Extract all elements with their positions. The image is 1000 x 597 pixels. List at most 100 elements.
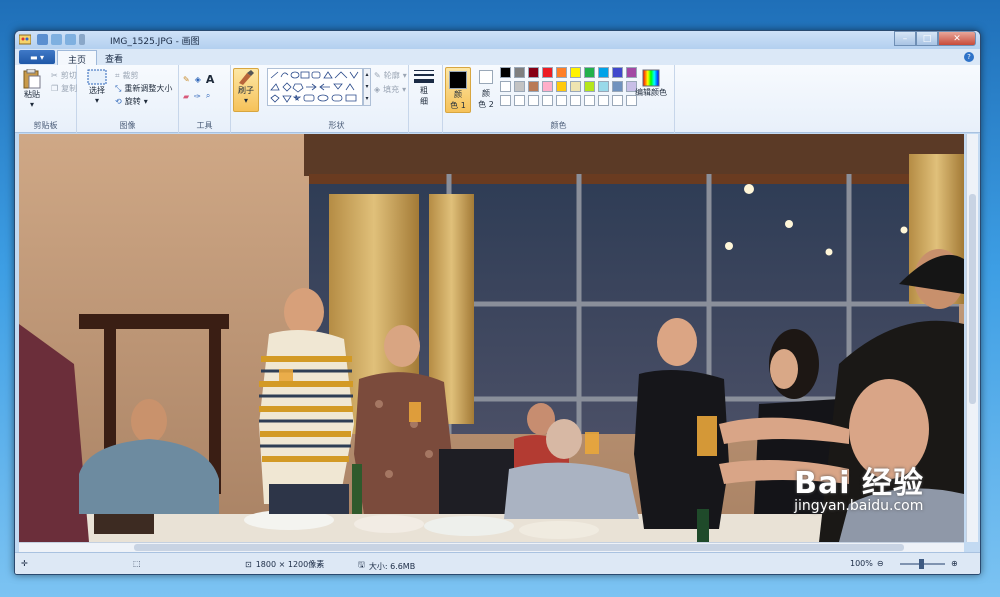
palette-swatch[interactable] — [556, 81, 567, 92]
status-bar: ✛ ⬚ ⊡ 1800 × 1200像素 🖫 大小: 6.6MB 100% ⊖ ⊕ — [15, 552, 980, 574]
fill-button[interactable]: ◈ 填充 ▾ — [374, 84, 406, 95]
zoom-out-icon[interactable]: ⊖ — [877, 559, 884, 568]
horizontal-scrollbar[interactable] — [19, 542, 964, 552]
customize-qat-icon[interactable] — [79, 34, 85, 45]
vertical-scroll-thumb[interactable] — [969, 194, 976, 404]
paste-icon — [23, 69, 41, 89]
palette-empty-swatch[interactable] — [598, 95, 609, 106]
palette-swatch[interactable] — [542, 67, 553, 78]
select-button[interactable]: 选择 ▾ — [87, 69, 107, 105]
shapes-scroll[interactable]: ▴ ▾ ▾ — [363, 68, 371, 106]
brushes-group: 刷子 ▾ — [231, 65, 263, 133]
brush-icon — [239, 70, 254, 85]
paste-button[interactable]: 粘贴 ▾ — [23, 69, 41, 109]
maximize-button[interactable]: □ — [916, 31, 938, 46]
brushes-button[interactable]: 刷子 ▾ — [233, 68, 259, 112]
color2-label-line1: 颜 — [482, 89, 490, 98]
palette-swatch[interactable] — [598, 67, 609, 78]
palette-swatch[interactable] — [528, 81, 539, 92]
tab-view[interactable]: 查看 — [95, 50, 133, 65]
copy-button[interactable]: ❐ 复制 — [51, 83, 77, 94]
text-icon[interactable]: A — [206, 73, 215, 86]
tab-home[interactable]: 主页 — [57, 50, 98, 66]
magnifier-icon[interactable]: ⌕ — [206, 91, 210, 101]
zoom-text: 100% — [850, 559, 873, 568]
color1-label-line2: 色 1 — [450, 101, 466, 110]
line-size-icon — [414, 70, 434, 83]
watermark-url: jingyan.baidu.com — [794, 498, 924, 514]
colors-group: 颜 色 1 颜 色 2 编辑颜色 颜色 — [443, 65, 675, 133]
select-dropdown-icon[interactable]: ▾ — [95, 96, 99, 105]
file-size: 🖫 大小: 6.6MB — [358, 559, 415, 573]
select-icon — [87, 69, 107, 85]
select-label: 选择 — [89, 86, 105, 95]
outline-button[interactable]: ✎ 轮廓 ▾ — [374, 70, 407, 81]
ribbon-tabs: ▬ ▾ 主页 查看 ? — [15, 49, 980, 66]
paste-dropdown-icon[interactable]: ▾ — [30, 100, 34, 109]
palette-empty-swatch[interactable] — [514, 95, 525, 106]
palette-empty-swatch[interactable] — [584, 95, 595, 106]
color-picker-icon[interactable]: ✑ — [194, 92, 201, 101]
palette-swatch[interactable] — [542, 81, 553, 92]
zoom-in-icon[interactable]: ⊕ — [951, 559, 958, 568]
palette-swatch[interactable] — [570, 81, 581, 92]
palette-swatch[interactable] — [556, 67, 567, 78]
palette-swatch[interactable] — [500, 67, 511, 78]
palette-empty-swatch[interactable] — [528, 95, 539, 106]
pencil-icon[interactable]: ✎ — [183, 75, 190, 84]
paint-app-icon[interactable] — [19, 34, 31, 45]
palette-swatch[interactable] — [584, 67, 595, 78]
palette-empty-swatch[interactable] — [570, 95, 581, 106]
title-bar: IMG_1525.JPG - 画图 – □ ✕ — [15, 31, 980, 49]
palette-swatch[interactable] — [612, 81, 623, 92]
fill-label: 填充 — [383, 85, 400, 94]
palette-swatch[interactable] — [528, 67, 539, 78]
palette-swatch[interactable] — [514, 67, 525, 78]
palette-empty-swatch[interactable] — [500, 95, 511, 106]
edit-colors-button[interactable]: 编辑颜色 — [635, 69, 667, 98]
zoom-slider[interactable] — [900, 559, 945, 569]
palette-swatch[interactable] — [514, 81, 525, 92]
copy-icon: ❐ — [51, 84, 59, 93]
undo-icon[interactable] — [51, 34, 62, 45]
redo-icon[interactable] — [65, 34, 76, 45]
shapes-group-label: 形状 — [328, 121, 345, 130]
palette-empty-swatch[interactable] — [542, 95, 553, 106]
minimize-button[interactable]: – — [894, 31, 916, 46]
canvas-area[interactable]: Bai 经验 jingyan.baidu.com — [19, 134, 964, 542]
size-button[interactable]: 粗 细 — [413, 69, 435, 107]
cut-button[interactable]: ✂ 剪切 — [51, 70, 77, 81]
outline-label: 轮廓 — [383, 71, 400, 80]
fill-icon[interactable]: ◈ — [195, 75, 201, 84]
palette-swatch[interactable] — [500, 81, 511, 92]
palette-swatch[interactable] — [598, 81, 609, 92]
color2-button[interactable]: 颜 色 2 — [475, 70, 497, 110]
eraser-icon[interactable]: ▰ — [183, 92, 189, 101]
selection-size: ⬚ — [133, 559, 141, 568]
palette-swatch[interactable] — [570, 67, 581, 78]
paint-menu-button[interactable]: ▬ ▾ — [19, 50, 55, 64]
help-icon[interactable]: ? — [964, 52, 974, 62]
paint-window: IMG_1525.JPG - 画图 – □ ✕ ▬ ▾ 主页 查看 ? 粘贴 ▾ — [14, 30, 981, 575]
palette-empty-swatch[interactable] — [556, 95, 567, 106]
vertical-scrollbar[interactable] — [966, 134, 978, 542]
rotate-button[interactable]: ⟲ 旋转 ▾ — [115, 96, 148, 107]
horizontal-scroll-thumb[interactable] — [134, 544, 904, 551]
color-palette — [500, 67, 639, 108]
zoom-slider-thumb[interactable] — [919, 559, 924, 569]
outline-icon: ✎ — [374, 71, 381, 80]
rotate-dropdown-icon[interactable]: ▾ — [144, 97, 148, 106]
palette-empty-swatch[interactable] — [612, 95, 623, 106]
image-dimensions: ⊡ 1800 × 1200像素 — [245, 559, 324, 570]
resize-button[interactable]: ⤡ 重新调整大小 — [115, 83, 172, 94]
palette-swatch[interactable] — [612, 67, 623, 78]
close-button[interactable]: ✕ — [938, 31, 976, 46]
zoom-in-button[interactable]: ⊕ — [951, 559, 958, 568]
save-icon[interactable] — [37, 34, 48, 45]
color1-button[interactable]: 颜 色 1 — [445, 67, 471, 113]
crop-button[interactable]: ⌗ 裁剪 — [115, 70, 139, 81]
brushes-dropdown-icon: ▾ — [243, 96, 248, 105]
shapes-gallery[interactable] — [267, 68, 363, 106]
color2-swatch — [479, 70, 493, 84]
palette-swatch[interactable] — [584, 81, 595, 92]
